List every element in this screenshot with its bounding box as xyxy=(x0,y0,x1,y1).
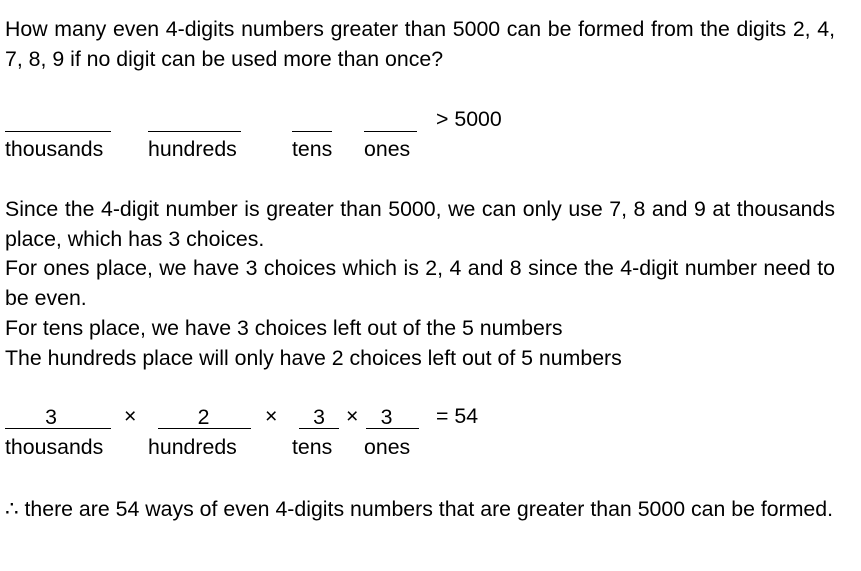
label-thousands-2: thousands xyxy=(5,435,104,459)
question-text: How many even 4-digits numbers greater t… xyxy=(5,17,835,71)
explanation-line-2: For ones place, we have 3 choices which … xyxy=(5,256,835,310)
tens-choice: 3 xyxy=(313,405,325,429)
conclusion-text: ∴ there are 54 ways of even 4-digits num… xyxy=(5,497,834,521)
tens-blank xyxy=(292,107,332,132)
ones-value: 3 xyxy=(366,404,419,429)
label-ones-2: ones xyxy=(364,435,411,459)
label-hundreds-2: hundreds xyxy=(148,435,237,459)
explanation-line-1: Since the 4-digit number is greater than… xyxy=(5,197,835,251)
thousands-choice: 3 xyxy=(45,405,57,429)
label-hundreds: hundreds xyxy=(148,137,237,161)
hundreds-choice: 2 xyxy=(197,405,210,429)
label-tens-2: tens xyxy=(292,435,333,459)
ones-choice: 3 xyxy=(380,405,393,429)
result-text: = 54 xyxy=(436,404,479,428)
times-sign-1: × xyxy=(124,404,137,428)
hundreds-value: 2 xyxy=(158,404,251,429)
thousands-blank xyxy=(5,107,111,132)
label-ones: ones xyxy=(364,137,411,161)
tens-value: 3 xyxy=(299,404,339,429)
hundreds-blank xyxy=(148,107,241,132)
thousands-value: 3 xyxy=(5,404,111,429)
label-tens: tens xyxy=(292,137,333,161)
label-thousands: thousands xyxy=(5,137,104,161)
ones-blank xyxy=(364,107,417,132)
times-sign-3: × xyxy=(346,404,359,428)
times-sign-2: × xyxy=(265,404,278,428)
explanation-line-4: The hundreds place will only have 2 choi… xyxy=(5,346,622,370)
condition-text: > 5000 xyxy=(436,107,502,131)
explanation-line-3: For tens place, we have 3 choices left o… xyxy=(5,316,563,340)
